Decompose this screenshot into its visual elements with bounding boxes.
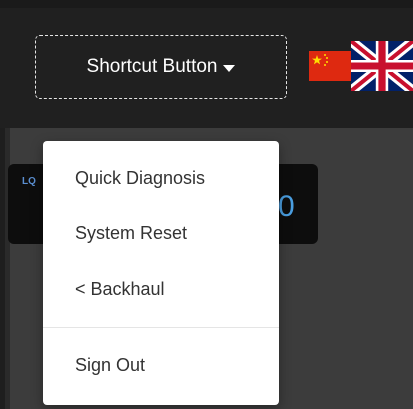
background-card-icon: LQ [22, 176, 36, 187]
menu-item-system-reset[interactable]: System Reset [75, 223, 187, 244]
menu-divider [43, 327, 279, 328]
uk-flag-icon[interactable] [351, 41, 413, 91]
caret-down-icon [223, 64, 236, 72]
menu-item-backhaul[interactable]: < Backhaul [75, 279, 165, 300]
shortcut-dropdown-menu: Quick Diagnosis System Reset < Backhaul … [43, 141, 279, 405]
shortcut-dropdown-button[interactable]: Shortcut Button [35, 35, 287, 99]
china-flag-icon[interactable] [309, 51, 351, 81]
navbar-top-strip [0, 0, 413, 8]
background-card-value: 0 [278, 190, 295, 223]
top-navbar: Shortcut Button [0, 0, 413, 128]
menu-item-quick-diagnosis[interactable]: Quick Diagnosis [75, 168, 205, 189]
shortcut-button-label: Shortcut Button [86, 56, 218, 77]
menu-item-sign-out[interactable]: Sign Out [75, 355, 145, 376]
background-left-strip [0, 128, 5, 409]
